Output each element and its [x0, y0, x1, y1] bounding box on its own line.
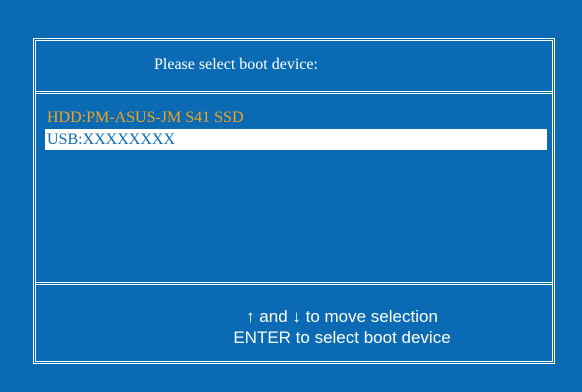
dialog-header: Please select boot device: [36, 41, 552, 94]
boot-menu-screen: { "dialog": { "title": "Please select bo… [0, 0, 582, 392]
boot-device-usb-selected[interactable]: USB:XXXXXXXX [45, 129, 547, 150]
select-help-text: ENTER to select boot device [233, 328, 451, 347]
navigation-help-text: ↑ and ↓ to move selection [246, 307, 438, 326]
boot-device-hdd[interactable]: HDD:PM-ASUS-JM S41 SSD [45, 107, 547, 128]
help-panel: ↑ and ↓ to move selection ENTER to selec… [36, 285, 552, 361]
boot-device-dialog: Please select boot device: HDD:PM-ASUS-J… [33, 38, 555, 364]
boot-device-list: HDD:PM-ASUS-JM S41 SSD USB:XXXXXXXX [36, 94, 552, 285]
dialog-title: Please select boot device: [154, 56, 318, 73]
